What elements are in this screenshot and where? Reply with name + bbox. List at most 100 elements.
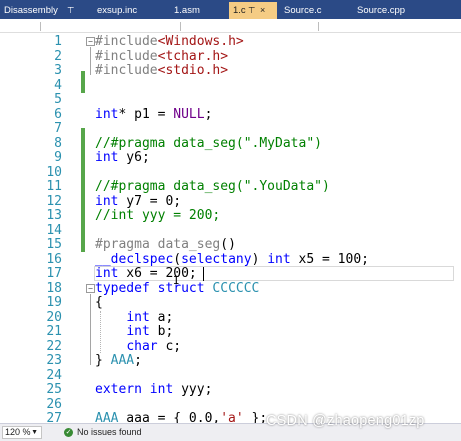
watermark: CSDN @zhaopeng01zp [266, 413, 425, 429]
code-line[interactable]: AAA aaa = { 0.0,'a' }; [95, 411, 268, 423]
tab-source-cpp[interactable]: Source.cpp [353, 2, 433, 19]
zoom-value: 120 % [5, 427, 31, 437]
code-token: int [149, 382, 174, 397]
code-token: __declspec [95, 251, 174, 267]
code-line[interactable]: //#pragma data_seg(".MyData") [95, 136, 322, 152]
close-icon[interactable]: × [260, 2, 265, 19]
code-line[interactable]: #include<Windows.h> [95, 34, 244, 50]
code-token: int [95, 150, 119, 165]
code-line[interactable]: #pragma data_seg() [95, 237, 236, 253]
code-token: data_seg [157, 237, 221, 252]
line-number: 21 [46, 324, 62, 339]
line-number: 5 [54, 92, 62, 107]
divider [40, 22, 41, 31]
code-token: NULL [173, 106, 205, 122]
line-number: 26 [46, 396, 62, 412]
code-token: ; [134, 353, 142, 368]
line-number: 22 [46, 338, 62, 354]
code-token: typedef [95, 280, 150, 296]
tab-1-c[interactable]: 1.c ⊤ × [229, 2, 277, 19]
line-number: 6 [54, 106, 62, 122]
code-token: AAA [110, 353, 135, 368]
code-token: a; [149, 309, 174, 325]
code-token: ( [173, 251, 182, 267]
code-token: }; [243, 411, 268, 423]
chevron-down-icon: ▼ [31, 429, 38, 436]
line-number: 23 [46, 353, 62, 368]
line-number: 16 [46, 251, 62, 267]
divider [180, 22, 181, 31]
checkmark-circle-icon[interactable]: ✓ [64, 428, 73, 437]
line-number: 20 [46, 309, 62, 325]
code-token: struct [157, 280, 205, 296]
collapse-region-icon[interactable]: − [86, 37, 95, 46]
code-token: * p1 = [118, 106, 174, 122]
tab-source-c[interactable]: Source.c [280, 2, 350, 19]
code-editor[interactable]: − − I 1 #include<Windows.h> 2 #include<tcha… [0, 33, 461, 423]
code-token: int [126, 309, 150, 325]
code-line[interactable]: int b; [95, 324, 173, 340]
code-token: aaa = { 0.0, [118, 411, 221, 423]
code-token: //int yyy = 200; [95, 208, 221, 223]
line-number: 25 [46, 382, 62, 397]
code-token: 'a' [220, 411, 244, 423]
code-token: { [95, 295, 103, 310]
line-number: 11 [46, 179, 62, 194]
code-token: y7 = 0; [118, 193, 182, 209]
code-line[interactable]: int y7 = 0; [95, 193, 182, 210]
code-line[interactable]: int x6 = 200; [95, 266, 197, 282]
code-line[interactable]: int a; [95, 309, 174, 326]
text-caret [203, 266, 204, 281]
code-token: #include [95, 48, 158, 64]
code-line[interactable]: //int yyy = 200; [95, 208, 221, 224]
tab-label: Source.c [284, 5, 322, 16]
code-token: int [95, 193, 119, 209]
collapse-region-icon[interactable]: − [86, 284, 95, 293]
tab-label: 1.asm [174, 5, 200, 16]
code-line[interactable]: typedef struct CCCCCC [95, 280, 259, 297]
tab-exsup-inc[interactable]: exsup.inc [93, 2, 165, 19]
change-indicator [81, 71, 85, 93]
code-token: #include [95, 63, 158, 78]
code-token: ; [204, 106, 213, 122]
code-token: c; [157, 338, 182, 354]
code-line[interactable]: __declspec(selectany) int x5 = 100; [95, 251, 369, 268]
line-number: 3 [54, 63, 62, 78]
line-number: 27 [46, 411, 62, 423]
code-token: ) [251, 251, 268, 267]
tab-1-asm[interactable]: 1.asm [170, 2, 228, 19]
line-number: 12 [46, 193, 62, 209]
code-line[interactable]: char c; [95, 338, 182, 355]
code-token: int [95, 266, 119, 281]
code-line[interactable]: { [95, 295, 103, 311]
issues-status[interactable]: No issues found [77, 427, 142, 438]
zoom-dropdown[interactable]: 120 % ▼ [2, 426, 42, 439]
line-number: 4 [54, 77, 62, 93]
code-line[interactable]: #include<tchar.h> [95, 48, 229, 65]
code-token: int [267, 251, 291, 267]
code-line[interactable]: int* p1 = NULL; [95, 106, 213, 123]
code-line[interactable]: //#pragma data_seg(".YouData") [95, 179, 330, 195]
code-token: char [126, 338, 158, 354]
pin-icon[interactable]: ⊤ [67, 2, 74, 19]
line-number: 19 [46, 295, 62, 310]
line-number: 7 [54, 121, 62, 136]
line-number: 13 [46, 208, 62, 223]
pin-icon[interactable]: ⊤ [248, 2, 255, 19]
code-line[interactable]: extern int yyy; [95, 382, 213, 398]
line-number: 8 [54, 135, 62, 151]
code-line[interactable]: #include<stdio.h> [95, 63, 228, 79]
fold-guide [90, 47, 91, 75]
code-token: () [220, 237, 236, 252]
code-line[interactable]: int y6; [95, 150, 150, 166]
code-line[interactable]: } AAA; [95, 353, 142, 369]
line-number: 2 [54, 48, 62, 64]
code-token: <tchar.h> [157, 48, 229, 64]
tab-disassembly[interactable]: Disassembly ⊤ [0, 2, 88, 19]
code-token: yyy; [173, 382, 213, 397]
divider [318, 22, 319, 31]
